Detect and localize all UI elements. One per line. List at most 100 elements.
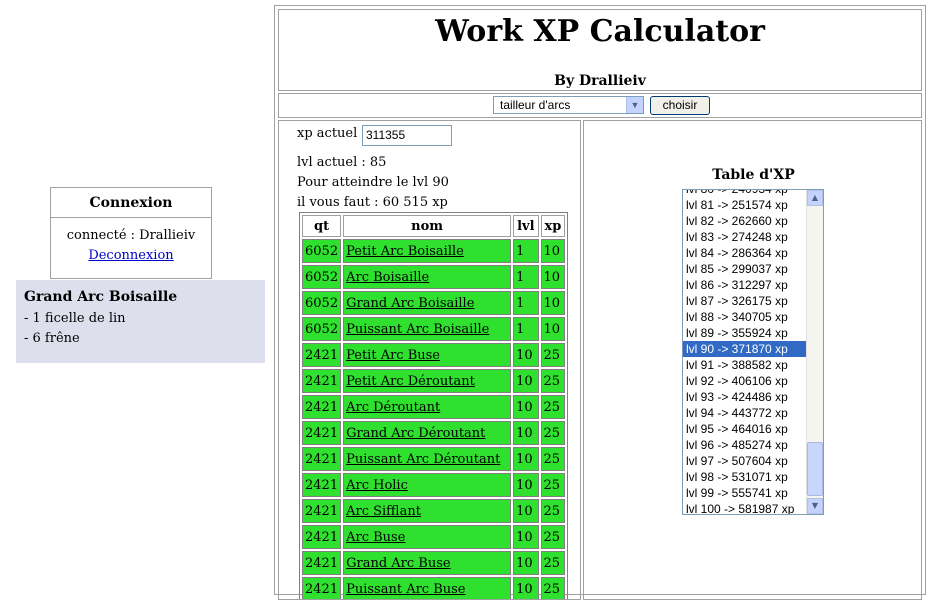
xp-level-option[interactable]: lvl 81 -> 251574 xp xyxy=(683,197,807,213)
item-name-link[interactable]: Puissant Arc Buse xyxy=(346,582,465,597)
cell-lvl: 10 xyxy=(513,447,539,471)
col-qt-header: qt xyxy=(302,215,342,237)
recipe-tooltip: Grand Arc Boisaille - 1 ficelle de lin -… xyxy=(16,280,265,363)
item-name-link[interactable]: Arc Déroutant xyxy=(346,400,440,415)
xp-level-option[interactable]: lvl 91 -> 388582 xp xyxy=(683,357,807,373)
chevron-down-icon[interactable]: ▼ xyxy=(626,97,643,113)
cell-qt: 2421 xyxy=(302,395,342,419)
item-name-link[interactable]: Puissant Arc Déroutant xyxy=(346,452,500,467)
item-name-link[interactable]: Arc Holic xyxy=(346,478,408,493)
item-name-link[interactable]: Arc Boisaille xyxy=(346,270,429,285)
item-name-link[interactable]: Puissant Arc Boisaille xyxy=(346,322,489,337)
cell-nom: Petit Arc Buse xyxy=(343,343,512,367)
xp-level-option[interactable]: lvl 90 -> 371870 xp xyxy=(683,341,807,357)
profession-select[interactable]: tailleur d'arcs ▼ xyxy=(493,96,644,114)
tooltip-ingredient: - 1 ficelle de lin xyxy=(24,311,126,326)
item-name-link[interactable]: Petit Arc Buse xyxy=(346,348,440,363)
xp-level-option[interactable]: lvl 94 -> 443772 xp xyxy=(683,405,807,421)
xp-level-option[interactable]: lvl 96 -> 485274 xp xyxy=(683,437,807,453)
scroll-down-icon[interactable]: ▼ xyxy=(807,498,823,514)
cell-lvl: 1 xyxy=(513,291,539,315)
cell-nom: Puissant Arc Boisaille xyxy=(343,317,512,341)
table-row: 6052 Petit Arc Boisaille 1 10 xyxy=(302,239,566,263)
scroll-up-icon[interactable]: ▲ xyxy=(807,190,823,206)
xp-level-option[interactable]: lvl 87 -> 326175 xp xyxy=(683,293,807,309)
cell-nom: Grand Arc Déroutant xyxy=(343,421,512,445)
cell-qt: 2421 xyxy=(302,525,342,549)
xp-level-option[interactable]: lvl 82 -> 262660 xp xyxy=(683,213,807,229)
cell-lvl: 10 xyxy=(513,577,539,599)
page-title: Work XP Calculator xyxy=(435,14,765,49)
xp-level-option[interactable]: lvl 84 -> 286364 xp xyxy=(683,245,807,261)
xp-level-option[interactable]: lvl 88 -> 340705 xp xyxy=(683,309,807,325)
cell-lvl: 1 xyxy=(513,265,539,289)
xp-level-listbox[interactable]: lvl 80 -> 240934 xp lvl 81 -> 251574 xp lv… xyxy=(682,189,824,515)
cell-xp: 10 xyxy=(540,265,566,289)
connexion-panel: Connexion connecté : Drallieiv Deconnexi… xyxy=(50,187,212,279)
author-byline: By Drallieiv xyxy=(554,73,646,89)
xp-level-option[interactable]: lvl 93 -> 424486 xp xyxy=(683,389,807,405)
cell-qt: 2421 xyxy=(302,473,342,497)
item-name-link[interactable]: Petit Arc Déroutant xyxy=(346,374,475,389)
table-row: 6052 Grand Arc Boisaille 1 10 xyxy=(302,291,566,315)
cell-qt: 6052 xyxy=(302,317,342,341)
cell-nom: Arc Boisaille xyxy=(343,265,512,289)
cell-qt: 2421 xyxy=(302,369,342,393)
table-row: 6052 Arc Boisaille 1 10 xyxy=(302,265,566,289)
col-lvl-header: lvl xyxy=(513,215,539,237)
cell-xp: 10 xyxy=(540,291,566,315)
cell-nom: Puissant Arc Buse xyxy=(343,577,512,599)
tooltip-title: Grand Arc Boisaille xyxy=(24,289,178,305)
cell-qt: 2421 xyxy=(302,499,342,523)
profession-row: tailleur d'arcs ▼ choisir xyxy=(278,93,922,118)
xp-input[interactable]: 311355 xyxy=(362,125,452,146)
item-name-link[interactable]: Grand Arc Déroutant xyxy=(346,426,485,441)
xp-needed-text: il vous faut : 60 515 xp xyxy=(297,195,448,210)
cell-qt: 6052 xyxy=(302,239,342,263)
xp-level-option[interactable]: lvl 85 -> 299037 xp xyxy=(683,261,807,277)
cell-lvl: 10 xyxy=(513,499,539,523)
cell-nom: Puissant Arc Déroutant xyxy=(343,447,512,471)
xp-level-option[interactable]: lvl 83 -> 274248 xp xyxy=(683,229,807,245)
cell-xp: 25 xyxy=(540,447,566,471)
logout-link[interactable]: Deconnexion xyxy=(88,248,173,263)
item-name-link[interactable]: Grand Arc Buse xyxy=(346,556,450,571)
cell-nom: Arc Holic xyxy=(343,473,512,497)
cell-xp: 25 xyxy=(540,395,566,419)
item-name-link[interactable]: Petit Arc Boisaille xyxy=(346,244,464,259)
xp-level-option[interactable]: lvl 95 -> 464016 xp xyxy=(683,421,807,437)
col-nom-header: nom xyxy=(343,215,512,237)
cell-qt: 2421 xyxy=(302,343,342,367)
xp-label: xp actuel : xyxy=(297,126,366,141)
cell-qt: 2421 xyxy=(302,447,342,471)
listbox-scrollbar[interactable]: ▲ ▼ xyxy=(806,190,823,514)
xp-level-option[interactable]: lvl 97 -> 507604 xp xyxy=(683,453,807,469)
cell-xp: 25 xyxy=(540,551,566,575)
cell-xp: 25 xyxy=(540,577,566,599)
cell-qt: 6052 xyxy=(302,265,342,289)
scrollbar-thumb[interactable] xyxy=(807,442,823,496)
tooltip-ingredient: - 6 frêne xyxy=(24,331,80,346)
item-name-link[interactable]: Arc Sifflant xyxy=(346,504,421,519)
header: Work XP Calculator By Drallieiv xyxy=(278,9,922,91)
xp-level-option[interactable]: lvl 98 -> 531071 xp xyxy=(683,469,807,485)
cell-lvl: 10 xyxy=(513,343,539,367)
choose-button[interactable]: choisir xyxy=(650,96,710,115)
xp-level-option[interactable]: lvl 86 -> 312297 xp xyxy=(683,277,807,293)
xp-level-option[interactable]: lvl 100 -> 581987 xp xyxy=(683,501,807,514)
xp-table-pane: Table d'XP lvl 80 -> 240934 xp lvl 81 -> … xyxy=(583,120,922,600)
item-name-link[interactable]: Grand Arc Boisaille xyxy=(346,296,474,311)
current-level-text: lvl actuel : 85 xyxy=(297,155,387,170)
xp-level-option[interactable]: lvl 92 -> 406106 xp xyxy=(683,373,807,389)
cell-lvl: 10 xyxy=(513,369,539,393)
cell-nom: Grand Arc Buse xyxy=(343,551,512,575)
cell-lvl: 10 xyxy=(513,395,539,419)
item-name-link[interactable]: Arc Buse xyxy=(346,530,405,545)
xp-level-option[interactable]: lvl 89 -> 355924 xp xyxy=(683,325,807,341)
table-row: 2421 Arc Déroutant 10 25 xyxy=(302,395,566,419)
xp-level-option[interactable]: lvl 80 -> 240934 xp xyxy=(683,190,807,197)
cell-nom: Arc Déroutant xyxy=(343,395,512,419)
cell-lvl: 10 xyxy=(513,421,539,445)
cell-xp: 10 xyxy=(540,317,566,341)
xp-level-option[interactable]: lvl 99 -> 555741 xp xyxy=(683,485,807,501)
